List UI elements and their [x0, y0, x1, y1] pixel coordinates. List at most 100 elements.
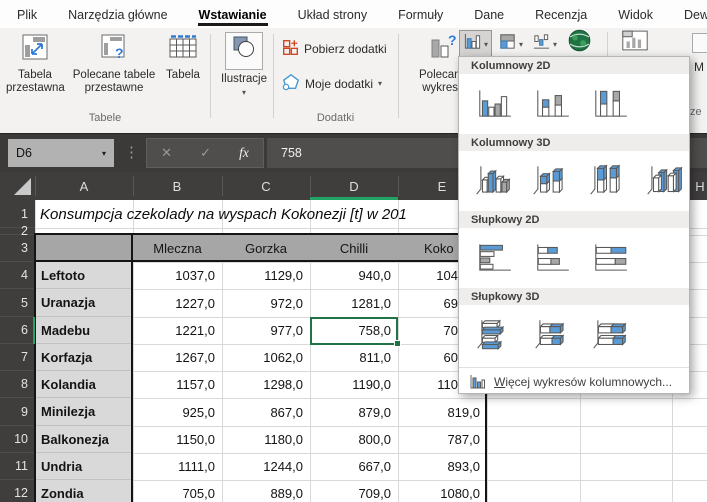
select-all-corner[interactable] [14, 178, 31, 195]
more-charts-icon [469, 374, 485, 390]
fill-handle[interactable] [394, 340, 401, 347]
cell-A5[interactable]: Uranazja [35, 289, 133, 317]
cell-B8[interactable]: 1157,0 [133, 371, 222, 398]
column-header-separator [398, 176, 399, 196]
cell-C9[interactable]: 867,0 [222, 398, 310, 426]
menu-section-items-bar2d [459, 228, 689, 288]
cell-A3[interactable] [35, 235, 133, 262]
cell-D5[interactable]: 1281,0 [310, 289, 398, 317]
row-header-10[interactable]: 10 [0, 426, 35, 453]
cell-D4[interactable]: 940,0 [310, 262, 398, 289]
column-header-A[interactable]: A [74, 172, 94, 200]
stacked-bar-3d-icon[interactable] [526, 311, 577, 359]
cell-E12[interactable]: 1080,0 [398, 480, 487, 502]
menu-section-title-bar2d: Słupkowy 2D [459, 211, 689, 228]
cell-C12[interactable]: 889,0 [222, 480, 310, 502]
cell-D9[interactable]: 879,0 [310, 398, 398, 426]
column-header-separator [35, 176, 36, 196]
cell-D12[interactable]: 709,0 [310, 480, 398, 502]
cell-B3[interactable]: Mleczna [133, 235, 222, 262]
row-header-2[interactable]: 2 [0, 228, 35, 235]
column-chart-gallery-menu: Kolumnowy 2DKolumnowy 3DSłupkowy 2DSłupk… [458, 56, 690, 394]
cell-C4[interactable]: 1129,0 [222, 262, 310, 289]
row-header-5[interactable]: 5 [0, 289, 35, 317]
stacked-column-icon[interactable] [526, 80, 577, 128]
cell-B4[interactable]: 1037,0 [133, 262, 222, 289]
cell-B5[interactable]: 1227,0 [133, 289, 222, 317]
100-stacked-bar-3d-icon [590, 318, 630, 352]
clustered-column-3d-icon[interactable] [468, 157, 518, 205]
cell-C5[interactable]: 972,0 [222, 289, 310, 317]
cell-A8[interactable]: Kolandia [35, 371, 133, 398]
cell-E9[interactable]: 819,0 [398, 398, 487, 426]
stacked-bar-icon [532, 241, 572, 275]
more-column-charts-label: Więcej wykresów kolumnowych... [494, 375, 672, 389]
cell-D10[interactable]: 800,0 [310, 426, 398, 453]
cell-D7[interactable]: 811,0 [310, 344, 398, 371]
row-header-1[interactable]: 1 [0, 200, 35, 228]
cell-A9[interactable]: Minilezja [35, 398, 133, 426]
menu-section-items-bar3d [459, 305, 689, 365]
row-header-12[interactable]: 12 [0, 480, 35, 502]
clustered-bar-icon [474, 241, 514, 275]
column-header-B[interactable]: B [167, 172, 187, 200]
row-header-6[interactable]: 6 [0, 317, 35, 344]
more-column-charts-item[interactable]: Więcej wykresów kolumnowych... [459, 367, 689, 395]
100-stacked-column-icon[interactable] [584, 80, 635, 128]
column-3d-icon[interactable] [639, 157, 689, 205]
100-stacked-column-3d-icon [587, 164, 627, 198]
cell-E11[interactable]: 893,0 [398, 453, 487, 480]
100-stacked-column-3d-icon[interactable] [582, 157, 632, 205]
menu-section-title-col3d: Kolumnowy 3D [459, 134, 689, 151]
cell-B12[interactable]: 705,0 [133, 480, 222, 502]
clustered-column-icon[interactable] [468, 80, 519, 128]
cell-C10[interactable]: 1180,0 [222, 426, 310, 453]
cell-B11[interactable]: 1111,0 [133, 453, 222, 480]
column-header-C[interactable]: C [256, 172, 276, 200]
row-header-7[interactable]: 7 [0, 344, 35, 371]
cell-C3[interactable]: Gorzka [222, 235, 310, 262]
stacked-column-3d-icon[interactable] [525, 157, 575, 205]
cell-C11[interactable]: 1244,0 [222, 453, 310, 480]
cell-B6[interactable]: 1221,0 [133, 317, 222, 344]
cell-B7[interactable]: 1267,0 [133, 344, 222, 371]
cell-A12[interactable]: Zondia [35, 480, 133, 502]
clustered-column-icon [474, 87, 514, 121]
column-3d-icon [644, 164, 684, 198]
row-header-8[interactable]: 8 [0, 371, 35, 398]
cell-C7[interactable]: 1062,0 [222, 344, 310, 371]
stacked-bar-icon[interactable] [526, 234, 577, 282]
column-header-H[interactable]: H [690, 172, 707, 200]
cell-D3[interactable]: Chilli [310, 235, 398, 262]
table-border-names-right [131, 233, 133, 502]
100-stacked-bar-icon [590, 241, 630, 275]
cell-B9[interactable]: 925,0 [133, 398, 222, 426]
row-header-4[interactable]: 4 [0, 262, 35, 289]
cell-E10[interactable]: 787,0 [398, 426, 487, 453]
cell-A4[interactable]: Leftoto [35, 262, 133, 289]
cell-C8[interactable]: 1298,0 [222, 371, 310, 398]
column-header-separator [222, 176, 223, 196]
clustered-bar-3d-icon[interactable] [468, 311, 519, 359]
cell-C6[interactable]: 977,0 [222, 317, 310, 344]
stacked-bar-3d-icon [532, 318, 572, 352]
cell-B10[interactable]: 1150,0 [133, 426, 222, 453]
cell-A7[interactable]: Korfazja [35, 344, 133, 371]
column-header-D[interactable]: D [344, 172, 364, 200]
selected-cell-D6[interactable] [310, 317, 398, 345]
row-header-9[interactable]: 9 [0, 398, 35, 426]
cell-A11[interactable]: Undria [35, 453, 133, 480]
cell-D8[interactable]: 1190,0 [310, 371, 398, 398]
cell-A10[interactable]: Balkonezja [35, 426, 133, 453]
row-header-11[interactable]: 11 [0, 453, 35, 480]
column-header-E[interactable]: E [432, 172, 452, 200]
row-header-3[interactable]: 3 [0, 235, 35, 262]
menu-section-items-col2d [459, 74, 689, 134]
100-stacked-bar-icon[interactable] [584, 234, 635, 282]
cell-D11[interactable]: 667,0 [310, 453, 398, 480]
100-stacked-bar-3d-icon[interactable] [584, 311, 635, 359]
table-border-left [34, 233, 36, 502]
cell-A6[interactable]: Madebu [35, 317, 133, 344]
clustered-bar-icon[interactable] [468, 234, 519, 282]
cell-A1-title[interactable]: Konsumpcja czekolady na wyspach Kokonezj… [40, 201, 407, 227]
